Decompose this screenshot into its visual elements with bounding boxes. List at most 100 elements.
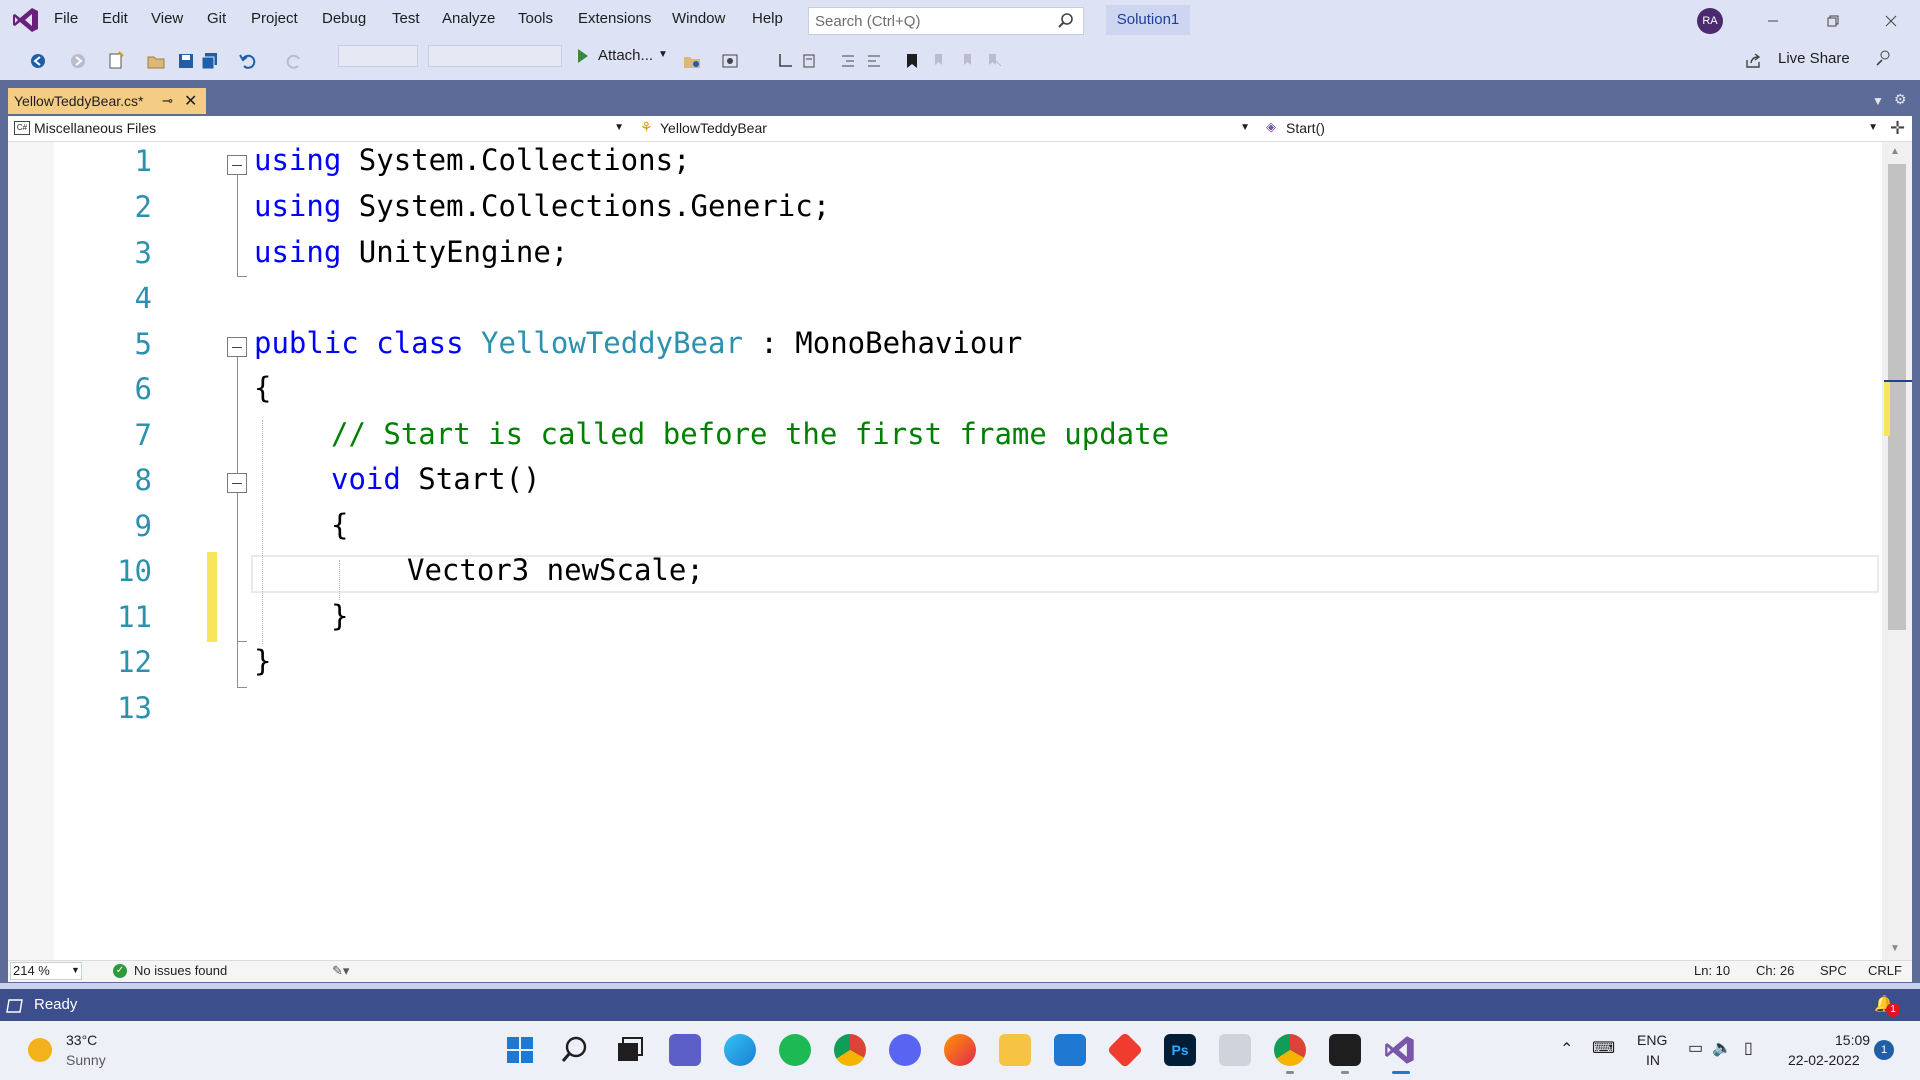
search-input[interactable]: Search (Ctrl+Q) <box>808 7 1084 35</box>
indent-icon[interactable] <box>864 51 884 71</box>
code-line-12[interactable]: } <box>254 644 271 678</box>
restore-icon[interactable] <box>1820 8 1846 34</box>
notification-center-badge[interactable]: 1 <box>1874 1040 1894 1060</box>
volume-icon[interactable]: 🔈 <box>1712 1038 1732 1058</box>
menu-extensions[interactable]: Extensions <box>578 10 651 27</box>
task-view-icon[interactable] <box>615 1035 645 1065</box>
feedback-icon[interactable] <box>1874 48 1894 68</box>
menu-file[interactable]: File <box>54 10 78 27</box>
whitespace-indicator[interactable]: SPC <box>1820 963 1847 978</box>
issues-status[interactable]: No issues found <box>134 963 227 978</box>
previous-bookmark-icon[interactable] <box>930 51 950 71</box>
live-share-button[interactable]: Live Share <box>1778 50 1850 67</box>
discord-icon[interactable] <box>889 1034 921 1066</box>
save-all-icon[interactable] <box>200 51 220 71</box>
menu-test[interactable]: Test <box>392 10 420 27</box>
menu-help[interactable]: Help <box>752 10 783 27</box>
weather-description[interactable]: Sunny <box>66 1052 106 1068</box>
save-icon[interactable] <box>176 51 196 71</box>
show-hidden-icons-chevron-icon[interactable]: ⌃ <box>1560 1039 1573 1059</box>
attach-button[interactable]: Attach... <box>598 47 653 64</box>
scroll-up-icon[interactable]: ▲ <box>1890 146 1900 157</box>
file-explorer-icon[interactable] <box>999 1034 1031 1066</box>
teams-chat-icon[interactable] <box>669 1034 701 1066</box>
tab-settings-gear-icon[interactable]: ⚙ <box>1894 91 1907 108</box>
redo-icon[interactable] <box>284 51 304 71</box>
photoshop-icon[interactable]: Ps <box>1164 1034 1196 1066</box>
visual-studio-icon[interactable] <box>1384 1034 1416 1066</box>
search-icon[interactable] <box>560 1035 590 1065</box>
code-line-2[interactable]: using System.Collections.Generic; <box>254 189 830 223</box>
input-language[interactable]: ENG <box>1637 1032 1667 1048</box>
menu-view[interactable]: View <box>151 10 183 27</box>
scroll-down-icon[interactable]: ▼ <box>1890 943 1900 954</box>
zoom-level-combo[interactable]: 214 % ▼ <box>10 962 82 980</box>
network-icon[interactable]: ▭ <box>1688 1038 1703 1058</box>
step-into-icon[interactable] <box>776 51 796 71</box>
collapse-method-toggle[interactable] <box>227 473 247 493</box>
navigate-forward-icon[interactable] <box>68 51 88 71</box>
visual-studio-logo-icon[interactable] <box>12 6 40 34</box>
solution-name-badge[interactable]: Solution1 <box>1106 5 1190 35</box>
start-icon[interactable] <box>505 1035 535 1065</box>
code-line-1[interactable]: using System.Collections; <box>254 143 691 177</box>
code-line-11[interactable]: } <box>331 599 348 633</box>
code-line-5[interactable]: public class YellowTeddyBear : MonoBehav… <box>254 326 1022 360</box>
bookmark-icon[interactable] <box>902 51 922 71</box>
mail-icon[interactable] <box>1054 1034 1086 1066</box>
menu-edit[interactable]: Edit <box>102 10 128 27</box>
edge-icon[interactable] <box>724 1034 756 1066</box>
split-window-icon[interactable]: ✛ <box>1890 118 1905 139</box>
menu-git[interactable]: Git <box>207 10 226 27</box>
menu-window[interactable]: Window <box>672 10 725 27</box>
unity-editor-icon[interactable] <box>1329 1034 1361 1066</box>
code-line-9[interactable]: { <box>331 508 348 542</box>
next-bookmark-icon[interactable] <box>956 51 976 71</box>
solution-configuration-combo[interactable] <box>338 45 418 67</box>
code-line-7[interactable]: // Start is called before the first fram… <box>331 417 1169 451</box>
collapse-usings-toggle[interactable] <box>227 155 247 175</box>
column-indicator[interactable]: Ch: 26 <box>1756 963 1794 978</box>
close-window-icon[interactable] <box>1878 8 1904 34</box>
outdent-icon[interactable] <box>838 51 858 71</box>
clear-bookmarks-icon[interactable] <box>984 51 1004 71</box>
member-combo[interactable]: ◈ Start() ▼ <box>1266 118 1884 140</box>
unity-icon[interactable] <box>1219 1034 1251 1066</box>
tab-overflow-chevron-icon[interactable]: ▼ <box>1872 94 1884 108</box>
scrollbar-thumb[interactable] <box>1888 164 1906 630</box>
minimize-icon[interactable] <box>1760 8 1786 34</box>
browser-link-icon[interactable] <box>720 51 740 71</box>
code-line-8[interactable]: void Start() <box>331 462 541 496</box>
collapse-class-toggle[interactable] <box>227 337 247 357</box>
user-avatar[interactable]: RA <box>1697 8 1723 34</box>
battery-icon[interactable]: ▯ <box>1744 1038 1753 1058</box>
new-project-icon[interactable] <box>106 51 126 71</box>
pin-tab-icon[interactable]: ⊸ <box>162 93 173 109</box>
live-share-icon[interactable] <box>1744 52 1762 70</box>
close-tab-icon[interactable]: ✕ <box>184 91 197 111</box>
spotify-icon[interactable] <box>779 1034 811 1066</box>
code-line-3[interactable]: using UnityEngine; <box>254 235 568 269</box>
code-line-10[interactable]: Vector3 newScale; <box>407 553 704 587</box>
type-combo[interactable]: ⚘ YellowTeddyBear ▼ <box>640 118 1256 140</box>
start-debugging-icon[interactable] <box>576 47 590 65</box>
clock-time[interactable]: 15:09 <box>1835 1032 1870 1048</box>
menu-project[interactable]: Project <box>251 10 298 27</box>
navigate-back-icon[interactable] <box>28 51 48 71</box>
clock-date[interactable]: 22-02-2022 <box>1788 1052 1860 1068</box>
open-file-icon[interactable] <box>146 51 166 71</box>
step-over-icon[interactable] <box>800 51 820 71</box>
keyboard-icon[interactable]: ⌨ <box>1592 1038 1615 1058</box>
menu-debug[interactable]: Debug <box>322 10 366 27</box>
open-folder-icon[interactable] <box>682 51 702 71</box>
undo-icon[interactable] <box>238 51 258 71</box>
chrome-profile-icon[interactable] <box>1274 1034 1306 1066</box>
menu-tools[interactable]: Tools <box>518 10 553 27</box>
sunny-weather-icon[interactable] <box>28 1038 52 1062</box>
code-line-6[interactable]: { <box>254 371 271 405</box>
output-window-icon[interactable] <box>6 998 24 1014</box>
solution-platform-combo[interactable] <box>428 45 562 67</box>
attach-dropdown-caret-icon[interactable]: ▼ <box>658 49 668 60</box>
no-issues-check-icon[interactable]: ✓ <box>113 964 127 978</box>
code-cleanup-brush-icon[interactable]: ✎▾ <box>332 963 349 979</box>
